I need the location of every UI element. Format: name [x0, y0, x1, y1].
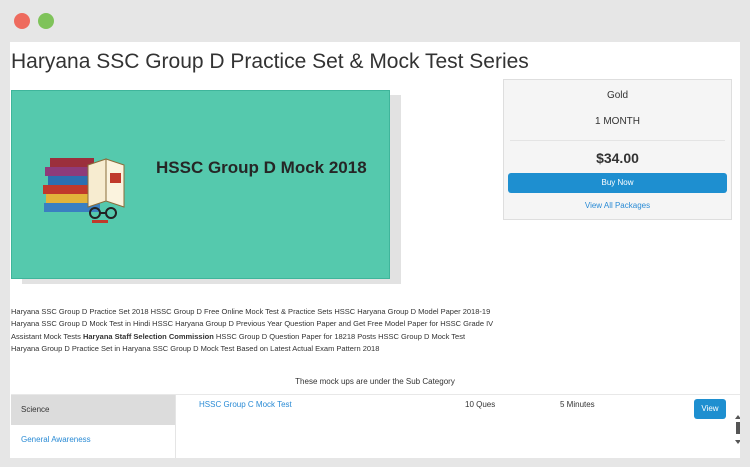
description-line: Haryana SSC Group D Practice Set 2018 HS…	[11, 307, 491, 316]
table-row: HSSC Group C Mock Test 10 Ques 5 Minutes…	[176, 395, 740, 423]
description-text: HSSC Group D Question Paper for 18218 Po…	[213, 331, 466, 341]
page-title: Haryana SSC Group D Practice Set & Mock …	[11, 50, 529, 73]
package-price: $34.00	[596, 150, 639, 166]
test-question-count: 10 Ques	[465, 400, 496, 409]
test-duration: 5 Minutes	[560, 400, 595, 409]
page-content: Haryana SSC Group D Practice Set & Mock …	[10, 42, 740, 458]
package-divider	[510, 140, 725, 141]
scroll-down-icon[interactable]	[735, 440, 740, 444]
description-line: Assistant Mock Tests Haryana Staff Selec…	[11, 331, 495, 343]
scroll-up-icon[interactable]	[735, 415, 740, 419]
course-description: Haryana SSC Group D Practice Set 2018 HS…	[11, 306, 495, 356]
subcategory-sidebar: Science General Awareness	[11, 395, 175, 455]
package-card: Gold 1 MONTH $34.00 Buy Now View All Pac…	[503, 79, 732, 220]
description-line: Haryana SSC Group D Mock Test in Hindi H…	[11, 319, 494, 329]
sidebar-item-science[interactable]: Science	[11, 395, 175, 425]
banner-heading: HSSC Group D Mock 2018	[156, 158, 367, 177]
window-zoom-icon[interactable]	[38, 13, 54, 29]
view-test-button[interactable]: View	[694, 399, 726, 419]
sidebar-item-general-awareness[interactable]: General Awareness	[11, 425, 175, 455]
course-banner: HSSC Group D Mock 2018	[11, 90, 390, 279]
description-bold-text: Haryana Staff Selection Commission	[82, 331, 214, 341]
description-line: Haryana Group D Practice Set in Haryana …	[11, 344, 380, 354]
books-and-glasses-icon	[43, 158, 125, 223]
package-name: Gold	[606, 90, 629, 101]
test-name-link[interactable]: HSSC Group C Mock Test	[199, 400, 292, 409]
scrollbar-thumb[interactable]	[736, 422, 740, 434]
description-text: Assistant Mock Tests	[11, 331, 83, 341]
buy-now-button[interactable]: Buy Now	[508, 173, 727, 193]
subcategory-notice: These mock ups are under the Sub Categor…	[295, 377, 455, 386]
window-close-icon[interactable]	[14, 13, 30, 29]
view-all-packages-link[interactable]: View All Packages	[504, 201, 731, 210]
package-duration: 1 MONTH	[595, 116, 640, 127]
